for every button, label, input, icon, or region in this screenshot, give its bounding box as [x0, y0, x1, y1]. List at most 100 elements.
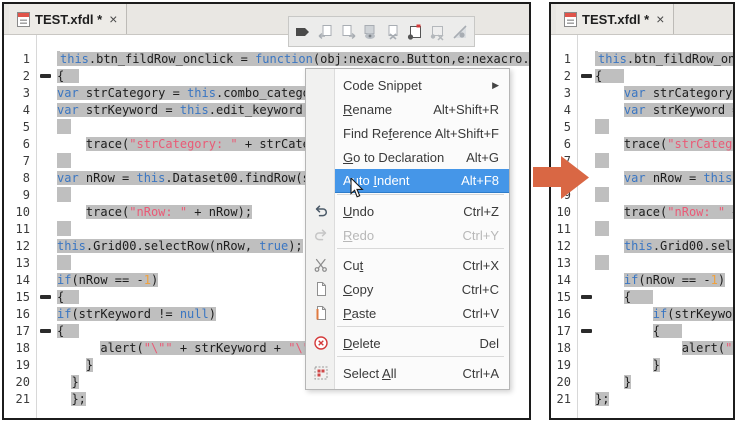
code-line[interactable]: 1this.btn_fildRow_onclick = function(obj…	[551, 51, 733, 68]
code-line[interactable]: 21};	[551, 391, 733, 408]
tab-close-icon[interactable]: ×	[109, 12, 117, 26]
fold-gutter	[36, 68, 57, 85]
line-number: 3	[4, 85, 36, 102]
xfdl-file-icon	[17, 12, 30, 27]
selected-blank-line	[57, 119, 71, 134]
line-number: 21	[4, 391, 36, 408]
code-text: if(nRow == -1)	[595, 272, 733, 289]
code-token: trace(	[624, 137, 667, 151]
code-text: this.btn_fildRow_onclick = function(obj:…	[595, 51, 733, 68]
code-line[interactable]: 2{	[551, 68, 733, 85]
line-number: 19	[551, 357, 577, 374]
code-text: this.Grid00.selectRow(nRow, true);	[595, 238, 733, 255]
tab-close-icon[interactable]: ×	[656, 12, 664, 26]
code-token: strCategory =	[646, 86, 733, 100]
code-line[interactable]: 21 };	[4, 391, 529, 408]
prev-bookmark-button[interactable]	[315, 20, 335, 43]
next-bookmark-button[interactable]	[338, 20, 358, 43]
tab-title: TEST.xfdl *	[35, 12, 102, 27]
fold-collapse-marker[interactable]	[40, 74, 51, 78]
disable-breakpoints-button[interactable]	[450, 20, 470, 43]
code-line[interactable]: 3 var strCategory = this.combo_category.…	[551, 85, 733, 102]
code-line[interactable]: 20 }	[551, 374, 733, 391]
fold-gutter	[577, 272, 595, 289]
fold-collapse-marker[interactable]	[581, 329, 592, 333]
fold-collapse-marker[interactable]	[581, 74, 592, 78]
indent-whitespace	[595, 137, 624, 151]
menu-item-go-to-declaration[interactable]: Go to DeclarationAlt+G	[306, 145, 509, 169]
tab-test-xfdl-right[interactable]: TEST.xfdl * ×	[556, 4, 674, 34]
selected-text-span: trace("strCategory: " + strCategory +	[624, 137, 733, 151]
menu-item-select-all[interactable]: Select AllCtrl+A	[306, 361, 509, 385]
code-line[interactable]: 10 trace("nRow: " + nRow);	[551, 204, 733, 221]
show-bookmark-list-button[interactable]	[360, 20, 380, 43]
code-line[interactable]: 18 alert("\"" + strKeyword + "\" not fou…	[551, 340, 733, 357]
clear-bookmarks-button[interactable]	[383, 20, 403, 43]
code-line[interactable]: 15 {	[551, 289, 733, 306]
line-number: 14	[551, 272, 577, 289]
fold-collapse-marker[interactable]	[40, 329, 51, 333]
code-token: "\""	[144, 341, 173, 355]
menu-item-redo[interactable]: RedoCtrl+Y	[306, 223, 509, 247]
menu-item-shortcut: Ctrl+X	[463, 258, 499, 273]
menu-item-undo[interactable]: UndoCtrl+Z	[306, 199, 509, 223]
code-line[interactable]: 19 }	[551, 357, 733, 374]
clear-breakpoints-button[interactable]	[427, 20, 447, 43]
code-line[interactable]: 14 if(nRow == -1)	[551, 272, 733, 289]
code-token: (nRow == -	[638, 273, 710, 287]
indent-whitespace	[57, 205, 86, 219]
code-line[interactable]: 16 if(strKeyword != null)	[551, 306, 733, 323]
menu-icon-slot	[306, 73, 335, 97]
indent-whitespace	[595, 239, 624, 253]
menu-item-copy[interactable]: CopyCtrl+C	[306, 277, 509, 301]
fold-collapse-marker[interactable]	[581, 295, 592, 299]
tab-test-xfdl-left[interactable]: TEST.xfdl * ×	[9, 4, 127, 34]
code-token: {	[57, 290, 79, 304]
code-token: if	[624, 273, 638, 287]
selected-blank-line	[595, 119, 609, 134]
menu-item-delete[interactable]: DeleteDel	[306, 331, 509, 355]
code-token: );	[288, 239, 302, 253]
code-line[interactable]: 13	[551, 255, 733, 272]
toggle-bookmark-button[interactable]	[293, 20, 313, 43]
menu-item-auto-indent[interactable]: Auto IndentAlt+F8	[306, 169, 509, 193]
line-number: 11	[4, 221, 36, 238]
code-line[interactable]: 5	[551, 119, 733, 136]
selected-text-span: trace("nRow: " + nRow);	[86, 205, 252, 219]
menu-item-paste[interactable]: PasteCtrl+V	[306, 301, 509, 325]
redo-icon	[306, 223, 335, 247]
indent-whitespace	[595, 290, 624, 304]
fold-collapse-marker[interactable]	[40, 295, 51, 299]
code-line[interactable]: 17 {	[551, 323, 733, 340]
code-token: (strKeyword !=	[71, 307, 179, 321]
code-token: )	[209, 307, 216, 321]
menu-item-rename[interactable]: RenameAlt+Shift+R	[306, 97, 509, 121]
line-number: 13	[551, 255, 577, 272]
code-token: .Dataset00.findRow(strCategory, strKeywo…	[732, 171, 733, 185]
code-token: var	[624, 103, 646, 117]
code-text: }	[595, 374, 733, 391]
selected-blank-line	[595, 255, 609, 270]
code-line[interactable]: 1this.btn_fildRow_onclick = function(obj…	[4, 51, 529, 68]
code-line[interactable]: 4 var strKeyword = this.edit_keyword.val…	[551, 102, 733, 119]
fold-gutter	[36, 357, 57, 374]
code-token: trace(	[86, 137, 129, 151]
code-token: var	[57, 86, 79, 100]
bookmark-toolbar	[288, 16, 475, 47]
line-number: 10	[4, 204, 36, 221]
code-token: )	[718, 273, 725, 287]
code-editor-after[interactable]: 1this.btn_fildRow_onclick = function(obj…	[551, 35, 733, 418]
menu-item-cut[interactable]: CutCtrl+X	[306, 253, 509, 277]
selected-text-span	[595, 120, 609, 134]
line-number: 8	[4, 170, 36, 187]
code-token: }	[653, 358, 660, 372]
toggle-breakpoint-button[interactable]	[405, 20, 425, 43]
code-token: alert(	[100, 341, 143, 355]
menu-item-shortcut: Ctrl+Z	[463, 204, 499, 219]
menu-item-find-reference[interactable]: Find ReferenceAlt+Shift+F	[306, 121, 509, 145]
code-token: .btn_fildRow_onclick =	[89, 52, 255, 66]
menu-item-code-snippet[interactable]: Code Snippet▶	[306, 73, 509, 97]
code-token: {	[595, 69, 624, 83]
code-line[interactable]: 11	[551, 221, 733, 238]
code-line[interactable]: 12 this.Grid00.selectRow(nRow, true);	[551, 238, 733, 255]
